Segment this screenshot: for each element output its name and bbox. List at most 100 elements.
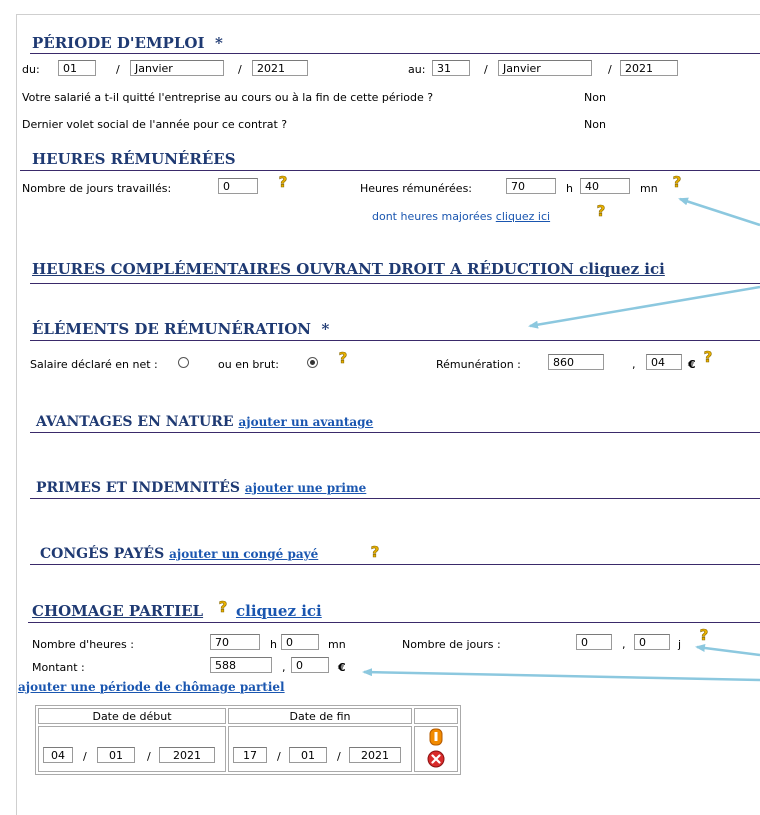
slash: / bbox=[238, 63, 242, 76]
question-mark-icon[interactable]: ? bbox=[276, 174, 290, 190]
mn-unit: mn bbox=[640, 182, 658, 195]
section-title-chomage: CHOMAGE PARTIEL bbox=[32, 602, 204, 620]
au-year-input[interactable]: 2021 bbox=[620, 60, 678, 76]
euro-unit: € bbox=[688, 358, 696, 371]
question-dernier-volet: Dernier volet social de l'année pour ce … bbox=[22, 118, 288, 131]
h-unit: h bbox=[270, 638, 277, 651]
au-label: au: bbox=[408, 63, 426, 76]
remuneration-dec-input[interactable]: 04 bbox=[646, 354, 682, 370]
jours-travailles-input[interactable]: 0 bbox=[218, 178, 258, 194]
heures-remunerees-label: Heures rémunérées: bbox=[360, 182, 473, 195]
section-divider bbox=[30, 283, 760, 284]
fin-day-input[interactable]: 17 bbox=[233, 747, 267, 763]
section-divider bbox=[20, 170, 760, 171]
chomage-heures-mn-input[interactable]: 0 bbox=[281, 634, 319, 650]
ajouter-prime-link[interactable]: ajouter une prime bbox=[245, 481, 366, 495]
periode-chomage-table: Date de début Date de fin 04 / 01 / 2021… bbox=[35, 705, 461, 775]
question-mark-icon[interactable]: ? bbox=[216, 599, 230, 615]
salaire-net-radio[interactable] bbox=[178, 357, 189, 368]
du-day-input[interactable]: 01 bbox=[58, 60, 96, 76]
heures-remunerees-mn-input[interactable]: 40 bbox=[580, 178, 630, 194]
slash: / bbox=[337, 750, 341, 763]
section-title-primes: PRIMES ET INDEMNITÉS ajouter une prime bbox=[36, 480, 367, 496]
heures-complementaires-link[interactable]: HEURES COMPLÉMENTAIRES OUVRANT DROIT A R… bbox=[32, 260, 665, 278]
section-divider bbox=[30, 53, 760, 54]
chomage-jours-dec-input[interactable]: 0 bbox=[634, 634, 670, 650]
remuneration-int-input[interactable]: 860 bbox=[548, 354, 604, 370]
section-divider bbox=[30, 498, 760, 499]
section-title-heures: HEURES RÉMUNÉRÉES bbox=[32, 150, 236, 168]
heures-remunerees-h-input[interactable]: 70 bbox=[506, 178, 556, 194]
question-mark-icon[interactable]: ? bbox=[697, 627, 711, 643]
delete-icon[interactable] bbox=[427, 750, 445, 768]
section-title-conges: CONGÉS PAYÉS ajouter un congé payé bbox=[40, 546, 319, 562]
salaire-brut-radio[interactable] bbox=[307, 357, 318, 368]
question-mark-icon[interactable]: ? bbox=[594, 203, 608, 219]
section-divider bbox=[28, 622, 760, 623]
du-year-input[interactable]: 2021 bbox=[252, 60, 308, 76]
heures-majorees-text: dont heures majorées cliquez ici bbox=[372, 210, 551, 223]
fin-year-input[interactable]: 2021 bbox=[349, 747, 401, 763]
j-unit: j bbox=[678, 638, 682, 651]
debut-month-input[interactable]: 01 bbox=[97, 747, 135, 763]
chomage-cliquez-link[interactable]: cliquez ici bbox=[236, 602, 322, 620]
jours-travailles-label: Nombre de jours travaillés: bbox=[22, 182, 172, 195]
slash: / bbox=[83, 750, 87, 763]
question-quitte: Votre salarié a t-il quitté l'entreprise… bbox=[22, 91, 434, 104]
section-title-elements: ÉLÉMENTS DE RÉMUNÉRATION * bbox=[32, 320, 330, 338]
mn-unit: mn bbox=[328, 638, 346, 651]
comma: , bbox=[632, 358, 636, 371]
section-divider bbox=[30, 564, 760, 565]
question-mark-icon[interactable]: ? bbox=[670, 174, 684, 190]
col-header-fin: Date de fin bbox=[228, 708, 412, 724]
au-month-input[interactable]: Janvier bbox=[498, 60, 592, 76]
col-header-debut: Date de début bbox=[38, 708, 226, 724]
section-title-avantages: AVANTAGES EN NATURE ajouter un avantage bbox=[36, 414, 374, 430]
question-mark-icon[interactable]: ? bbox=[336, 350, 350, 366]
svg-text:?: ? bbox=[339, 350, 348, 366]
chomage-jours-int-input[interactable]: 0 bbox=[576, 634, 612, 650]
section-title-periode: PÉRIODE D'EMPLOI * bbox=[32, 34, 223, 52]
question-quitte-value: Non bbox=[584, 91, 606, 104]
montant-int-input[interactable]: 588 bbox=[210, 657, 272, 673]
au-day-input[interactable]: 31 bbox=[432, 60, 470, 76]
montant-label: Montant : bbox=[32, 661, 85, 674]
svg-text:?: ? bbox=[371, 544, 380, 560]
svg-text:?: ? bbox=[704, 349, 713, 365]
comma: , bbox=[622, 638, 626, 651]
debut-year-input[interactable]: 2021 bbox=[159, 747, 215, 763]
slash: / bbox=[147, 750, 151, 763]
fin-month-input[interactable]: 01 bbox=[289, 747, 327, 763]
cell-date-debut: 04 / 01 / 2021 bbox=[38, 726, 226, 772]
question-mark-icon[interactable]: ? bbox=[701, 349, 715, 365]
pencil-icon[interactable] bbox=[427, 728, 445, 746]
debut-day-input[interactable]: 04 bbox=[43, 747, 73, 763]
heures-majorees-link[interactable]: cliquez ici bbox=[496, 210, 550, 223]
question-mark-icon[interactable]: ? bbox=[368, 544, 382, 560]
euro-unit: € bbox=[338, 661, 346, 674]
slash: / bbox=[608, 63, 612, 76]
remuneration-label: Rémunération : bbox=[436, 358, 521, 371]
svg-text:?: ? bbox=[700, 627, 709, 643]
section-divider bbox=[30, 432, 760, 433]
slash: / bbox=[116, 63, 120, 76]
slash: / bbox=[277, 750, 281, 763]
du-label: du: bbox=[22, 63, 40, 76]
question-dernier-volet-value: Non bbox=[584, 118, 606, 131]
salaire-net-label: Salaire déclaré en net : bbox=[30, 358, 158, 371]
cell-actions bbox=[414, 726, 458, 772]
du-month-input[interactable]: Janvier bbox=[130, 60, 224, 76]
section-divider bbox=[30, 340, 760, 341]
montant-dec-input[interactable]: 0 bbox=[291, 657, 329, 673]
ajouter-conge-link[interactable]: ajouter un congé payé bbox=[169, 547, 318, 561]
svg-text:?: ? bbox=[219, 599, 228, 615]
nombre-jours-label: Nombre de jours : bbox=[402, 638, 501, 651]
nombre-heures-label: Nombre d'heures : bbox=[32, 638, 134, 651]
h-unit: h bbox=[566, 182, 573, 195]
ajouter-avantage-link[interactable]: ajouter un avantage bbox=[238, 415, 373, 429]
cell-date-fin: 17 / 01 / 2021 bbox=[228, 726, 412, 772]
comma: , bbox=[282, 661, 286, 674]
ajouter-periode-chomage-link[interactable]: ajouter une période de chômage partiel bbox=[18, 680, 285, 694]
slash: / bbox=[484, 63, 488, 76]
chomage-heures-h-input[interactable]: 70 bbox=[210, 634, 260, 650]
